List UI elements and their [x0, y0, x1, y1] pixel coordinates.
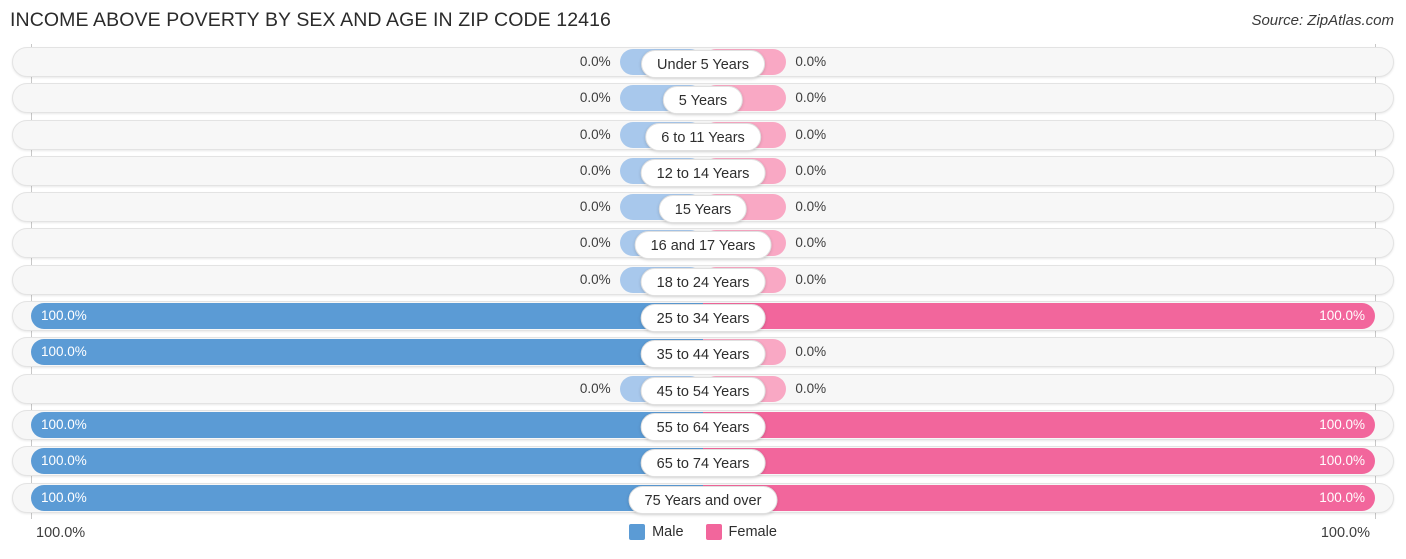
- value-label-female: 100.0%: [1319, 453, 1365, 469]
- bar-female[interactable]: [703, 448, 1375, 475]
- value-label-female: 0.0%: [795, 90, 827, 106]
- chart-row: 100.0% 100.0% 75 Years and over: [0, 480, 1406, 516]
- value-label-male: 0.0%: [579, 162, 611, 178]
- bar-male[interactable]: [31, 448, 703, 475]
- row-bars: 0.0% 0.0% 18 to 24 Years: [31, 266, 1375, 296]
- chart-page: INCOME ABOVE POVERTY BY SEX AND AGE IN Z…: [0, 0, 1406, 559]
- category-label-pill[interactable]: 18 to 24 Years: [640, 267, 766, 296]
- value-label-female: 0.0%: [795, 199, 827, 215]
- value-label-female: 0.0%: [795, 235, 827, 251]
- legend-item-male[interactable]: Male: [629, 524, 684, 540]
- chart-row: 0.0% 0.0% 5 Years: [0, 80, 1406, 116]
- chart-header: INCOME ABOVE POVERTY BY SEX AND AGE IN Z…: [0, 0, 1406, 44]
- category-label-pill[interactable]: 65 to 74 Years: [640, 449, 766, 478]
- bar-male[interactable]: [31, 484, 703, 511]
- chart-row: 0.0% 0.0% 6 to 11 Years: [0, 117, 1406, 153]
- legend-label: Female: [728, 524, 777, 540]
- legend-label: Male: [652, 524, 684, 540]
- category-label-pill[interactable]: 45 to 54 Years: [640, 376, 766, 405]
- value-label-female: 100.0%: [1319, 489, 1365, 505]
- value-label-male: 100.0%: [41, 489, 87, 505]
- chart-row: 0.0% 0.0% 15 Years: [0, 189, 1406, 225]
- value-label-male: 0.0%: [579, 235, 611, 251]
- category-label-pill[interactable]: Under 5 Years: [641, 50, 765, 78]
- legend-swatch-icon: [629, 524, 646, 540]
- legend-swatch-icon: [705, 524, 722, 540]
- chart-row: 0.0% 0.0% 45 to 54 Years: [0, 371, 1406, 407]
- row-bars: 100.0% 0.0% 35 to 44 Years: [31, 339, 1375, 369]
- chart-plot-area: 0.0% 0.0% Under 5 Years 0.0% 0.0% 5 Years 0.0%…: [0, 44, 1406, 519]
- bar-female[interactable]: [703, 303, 1375, 330]
- chart-row: 0.0% 0.0% Under 5 Years: [0, 44, 1406, 80]
- category-label-pill[interactable]: 12 to 14 Years: [640, 158, 766, 187]
- row-bars: 0.0% 0.0% 15 Years: [31, 194, 1375, 224]
- chart-row: 0.0% 0.0% 12 to 14 Years: [0, 153, 1406, 189]
- value-label-female: 0.0%: [795, 126, 827, 142]
- chart-row: 0.0% 0.0% 16 and 17 Years: [0, 225, 1406, 261]
- row-bars: 100.0% 100.0% 75 Years and over: [31, 484, 1375, 514]
- row-bars: 0.0% 0.0% 6 to 11 Years: [31, 121, 1375, 151]
- chart-row: 100.0% 100.0% 25 to 34 Years: [0, 298, 1406, 334]
- value-label-male: 0.0%: [579, 271, 611, 287]
- value-label-male: 0.0%: [579, 90, 611, 106]
- category-label-pill[interactable]: 6 to 11 Years: [645, 122, 761, 151]
- chart-rows: 0.0% 0.0% Under 5 Years 0.0% 0.0% 5 Years 0.0%…: [0, 44, 1406, 516]
- chart-row: 100.0% 0.0% 35 to 44 Years: [0, 334, 1406, 370]
- bar-male[interactable]: [31, 411, 703, 438]
- value-label-female: 0.0%: [795, 380, 827, 396]
- chart-row: 0.0% 0.0% 18 to 24 Years: [0, 262, 1406, 298]
- category-label-pill[interactable]: 55 to 64 Years: [640, 412, 766, 441]
- value-label-male: 100.0%: [41, 416, 87, 432]
- row-bars: 0.0% 0.0% 16 and 17 Years: [31, 230, 1375, 260]
- value-label-male: 100.0%: [41, 344, 87, 360]
- row-bars: 0.0% 0.0% Under 5 Years: [31, 49, 1375, 78]
- value-label-female: 0.0%: [795, 162, 827, 178]
- value-label-male: 100.0%: [41, 308, 87, 324]
- page-title: INCOME ABOVE POVERTY BY SEX AND AGE IN Z…: [10, 9, 612, 31]
- legend-item-female[interactable]: Female: [705, 524, 777, 540]
- category-label-pill[interactable]: 25 to 34 Years: [640, 304, 766, 333]
- category-label-pill[interactable]: 15 Years: [658, 195, 748, 224]
- value-label-female: 0.0%: [795, 344, 827, 360]
- category-label-pill[interactable]: 16 and 17 Years: [634, 231, 772, 260]
- chart-footer: 100.0% 100.0% Male Female: [0, 519, 1406, 559]
- row-bars: 100.0% 100.0% 65 to 74 Years: [31, 448, 1375, 478]
- value-label-female: 100.0%: [1319, 416, 1365, 432]
- row-bars: 100.0% 100.0% 55 to 64 Years: [31, 411, 1375, 441]
- category-label-pill[interactable]: 5 Years: [662, 86, 744, 115]
- bar-female[interactable]: [703, 484, 1375, 511]
- value-label-male: 0.0%: [579, 380, 611, 396]
- value-label-male: 0.0%: [579, 199, 611, 215]
- source-attribution: Source: ZipAtlas.com: [1251, 12, 1394, 29]
- row-bars: 0.0% 0.0% 12 to 14 Years: [31, 157, 1375, 187]
- bar-male[interactable]: [31, 303, 703, 330]
- chart-row: 100.0% 100.0% 55 to 64 Years: [0, 407, 1406, 443]
- value-label-female: 0.0%: [795, 271, 827, 287]
- row-bars: 100.0% 100.0% 25 to 34 Years: [31, 303, 1375, 333]
- bar-female[interactable]: [703, 411, 1375, 438]
- category-label-pill[interactable]: 35 to 44 Years: [640, 340, 766, 369]
- category-label-pill[interactable]: 75 Years and over: [628, 485, 778, 514]
- row-bars: 0.0% 0.0% 5 Years: [31, 85, 1375, 115]
- value-label-male: 100.0%: [41, 453, 87, 469]
- chart-row: 100.0% 100.0% 65 to 74 Years: [0, 443, 1406, 479]
- value-label-male: 0.0%: [579, 126, 611, 142]
- value-label-female: 100.0%: [1319, 308, 1365, 324]
- value-label-female: 0.0%: [795, 54, 827, 69]
- bar-male[interactable]: [31, 339, 703, 366]
- chart-legend: Male Female: [0, 524, 1406, 540]
- value-label-male: 0.0%: [579, 54, 611, 69]
- row-bars: 0.0% 0.0% 45 to 54 Years: [31, 375, 1375, 405]
